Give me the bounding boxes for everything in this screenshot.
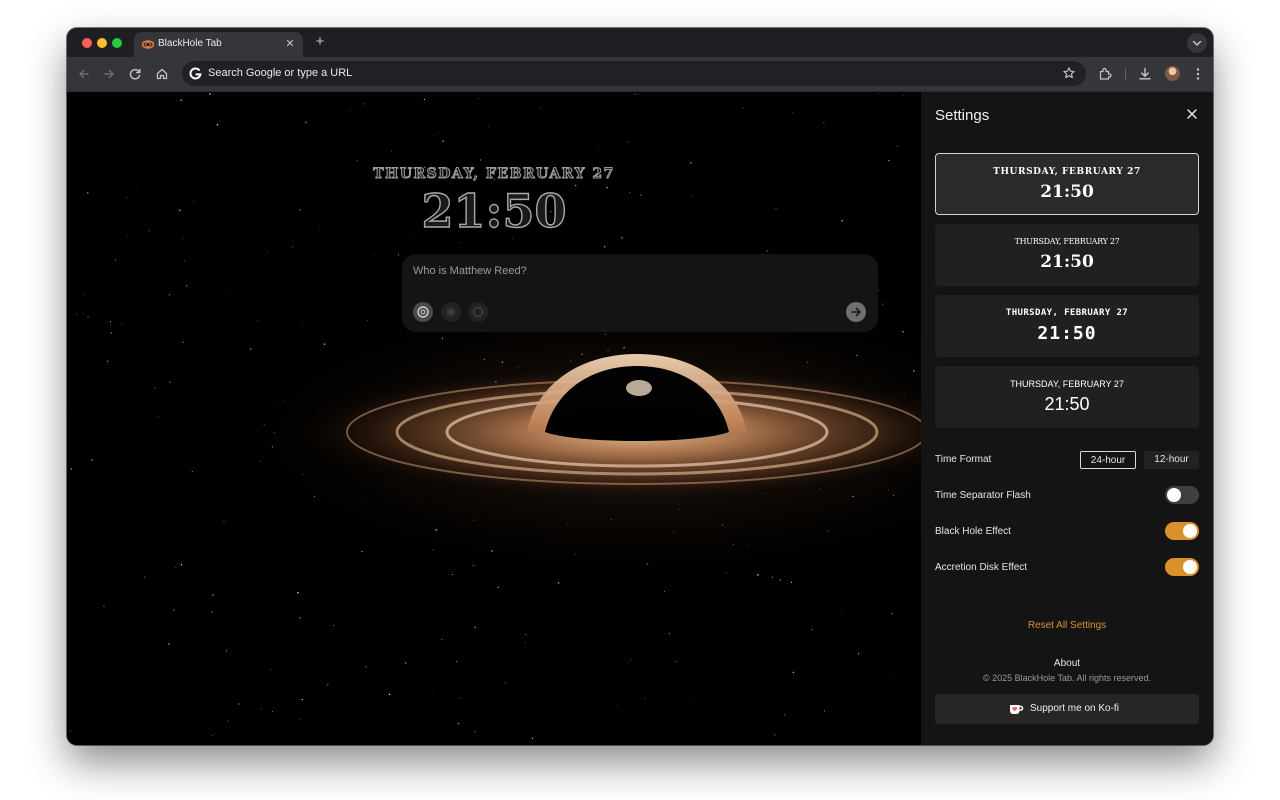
time-format-12-button[interactable]: 12-hour [1144, 451, 1199, 469]
claude-model-button[interactable] [441, 302, 461, 322]
accretion-disk-toggle[interactable] [1165, 558, 1199, 576]
close-window-button[interactable] [82, 38, 92, 48]
clock-style-date: THURSDAY, FEBRUARY 27 [1005, 308, 1129, 318]
clock-style-option-1[interactable]: THURSDAY, FEBRUARY 27 21:50 [935, 153, 1199, 215]
arrow-right-icon [851, 307, 861, 317]
toolbar-divider [1125, 68, 1126, 80]
toggle-knob [1183, 524, 1197, 538]
google-icon [189, 67, 202, 80]
reset-settings-link[interactable]: Reset All Settings [921, 620, 1213, 631]
kofi-support-button[interactable]: Support me on Ko-fi [935, 694, 1199, 724]
clock-style-option-4[interactable]: THURSDAY, FEBRUARY 27 21:50 [935, 366, 1199, 428]
clock-style-time: 21:50 [1040, 182, 1094, 202]
time-format-label: Time Format [935, 454, 992, 465]
perplexity-model-button[interactable] [468, 302, 488, 322]
home-icon[interactable] [154, 66, 170, 82]
download-icon[interactable] [1137, 66, 1153, 82]
settings-panel: Settings THURSDAY, FEBRUARY 27 21:50 THU… [921, 92, 1213, 745]
extensions-icon[interactable] [1097, 66, 1113, 82]
kofi-label: Support me on Ko-fi [1030, 703, 1119, 714]
black-hole-effect-label: Black Hole Effect [935, 526, 1011, 537]
address-bar-placeholder: Search Google or type a URL [208, 67, 353, 79]
copyright-text: © 2025 BlackHole Tab. All rights reserve… [982, 673, 1152, 683]
search-placeholder: Who is Matthew Reed? [413, 265, 527, 277]
clock-style-date: THURSDAY, FEBRUARY 27 [993, 167, 1141, 177]
browser-window: BlackHole Tab ✕ + Search Google or type … [67, 28, 1213, 745]
chatgpt-model-button[interactable] [413, 302, 433, 322]
newtab-clock: 21:50 [421, 183, 567, 238]
separator-flash-toggle[interactable] [1165, 486, 1199, 504]
blackhole-scene: THURSDAY, FEBRUARY 27 21:50 Who is Matth… [67, 92, 921, 745]
sparkle-icon [446, 307, 456, 317]
separator-flash-label: Time Separator Flash [935, 490, 1031, 501]
spiral-icon [472, 306, 484, 318]
accretion-disk-label: Accretion Disk Effect [935, 562, 1028, 573]
clock-style-time: 21:50 [1040, 252, 1094, 272]
minimize-window-button[interactable] [97, 38, 107, 48]
clock-style-time: 21:50 [1037, 323, 1097, 344]
blackhole-favicon-icon [142, 40, 154, 49]
openai-icon [417, 306, 429, 318]
about-heading: About [1053, 658, 1081, 669]
send-button[interactable] [846, 302, 866, 322]
tab-blackhole[interactable]: BlackHole Tab ✕ [134, 32, 303, 57]
toggle-knob [1167, 488, 1181, 502]
kofi-cup-icon [1010, 705, 1024, 714]
clock-style-option-3[interactable]: THURSDAY, FEBRUARY 27 21:50 [935, 295, 1199, 357]
settings-title: Settings [935, 107, 990, 124]
clock-style-date: THURSDAY, FEBRUARY 27 [1014, 237, 1120, 246]
profile-avatar[interactable] [1165, 66, 1180, 81]
new-tab-button[interactable]: + [312, 34, 328, 50]
reload-icon[interactable] [127, 66, 143, 82]
close-icon[interactable] [1185, 107, 1199, 121]
tab-close-icon[interactable]: ✕ [283, 37, 297, 51]
address-bar[interactable]: Search Google or type a URL [182, 61, 1086, 86]
bookmark-star-icon[interactable] [1062, 66, 1076, 80]
maximize-window-button[interactable] [112, 38, 122, 48]
forward-icon[interactable] [101, 66, 117, 82]
back-icon[interactable] [76, 66, 92, 82]
toggle-knob [1183, 560, 1197, 574]
black-hole-effect-toggle[interactable] [1165, 522, 1199, 540]
tab-title: BlackHole Tab [158, 38, 222, 49]
chevron-down-icon [1192, 40, 1202, 46]
newtab-date: THURSDAY, FEBRUARY 27 [373, 166, 615, 183]
ai-search-box[interactable]: Who is Matthew Reed? [402, 254, 878, 332]
tab-search-button[interactable] [1187, 33, 1207, 53]
clock-style-date: THURSDAY, FEBRUARY 27 [1010, 379, 1124, 389]
browser-toolbar: Search Google or type a URL [67, 57, 1213, 92]
time-format-24-button[interactable]: 24-hour [1080, 451, 1136, 469]
clock-style-time: 21:50 [1044, 394, 1090, 414]
more-menu-icon[interactable] [1190, 66, 1206, 82]
page-content: THURSDAY, FEBRUARY 27 21:50 Who is Matth… [67, 92, 1213, 745]
clock-style-option-2[interactable]: THURSDAY, FEBRUARY 27 21:50 [935, 224, 1199, 286]
tab-strip: BlackHole Tab ✕ + [67, 28, 1213, 57]
